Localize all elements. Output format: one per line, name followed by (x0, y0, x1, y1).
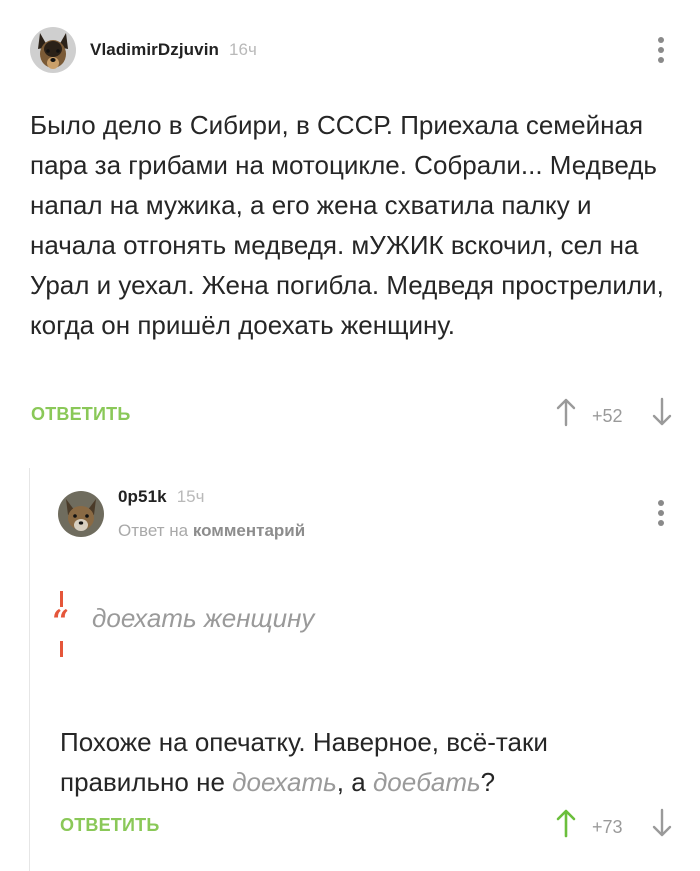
username[interactable]: VladimirDzjuvin (90, 40, 219, 60)
comment-meta: VladimirDzjuvin 16ч (90, 40, 257, 60)
reply-to-line: Ответ на комментарий (118, 521, 305, 541)
comment-actions: ОТВЕТИТЬ +73 (0, 808, 700, 844)
comment-header: VladimirDzjuvin 16ч (30, 27, 257, 73)
quote-text: доехать женщину (92, 603, 315, 633)
highlighted-word: доехать (232, 767, 337, 797)
score: +73 (592, 817, 623, 837)
comment-text: Похоже на опечатку. Наверное, всё-таки п… (60, 722, 660, 802)
comment-text: Было дело в Сибири, в СССР. Приехала сем… (30, 110, 664, 340)
reply-to-prefix: Ответ на (118, 521, 189, 540)
comment-actions: ОТВЕТИТЬ +52 (0, 397, 700, 433)
more-vertical-icon[interactable] (651, 35, 671, 65)
reply-to-link[interactable]: комментарий (193, 521, 305, 540)
dog-avatar-image (30, 27, 76, 73)
comment-meta: 0p51k 15ч Ответ на комментарий (118, 487, 305, 541)
quote-mark-icon: “ (52, 604, 70, 639)
highlighted-word: доебать (372, 767, 481, 797)
more-vertical-icon[interactable] (651, 498, 671, 528)
avatar[interactable] (30, 27, 76, 73)
quote-block: “ доехать женщину (52, 585, 452, 657)
arrow-up-icon (556, 398, 576, 427)
reply-button[interactable]: ОТВЕТИТЬ (31, 404, 130, 425)
comment-header: 0p51k 15ч Ответ на комментарий (58, 487, 305, 541)
avatar[interactable] (58, 491, 104, 537)
text-part: ? (480, 767, 496, 797)
comments-page: VladimirDzjuvin 16ч Было дело в Сибири, … (0, 0, 700, 871)
quote-bar-bottom (60, 641, 63, 657)
upvote-button[interactable] (555, 397, 577, 427)
fox-avatar-image (58, 491, 104, 537)
username[interactable]: 0p51k (118, 487, 167, 507)
downvote-button[interactable] (651, 808, 673, 838)
reply-button[interactable]: ОТВЕТИТЬ (60, 815, 159, 836)
upvote-button[interactable] (555, 808, 577, 838)
timestamp: 16ч (229, 40, 257, 59)
comment: VladimirDzjuvin 16ч Было дело в Сибири, … (0, 0, 700, 455)
score: +52 (592, 406, 623, 426)
arrow-up-icon (556, 809, 576, 838)
reply-comment: 0p51k 15ч Ответ на комментарий “ доехать… (0, 455, 700, 871)
arrow-down-icon (652, 808, 672, 837)
timestamp: 15ч (176, 487, 205, 506)
downvote-button[interactable] (651, 397, 673, 427)
text-part: , а (336, 767, 373, 797)
arrow-down-icon (652, 397, 672, 426)
